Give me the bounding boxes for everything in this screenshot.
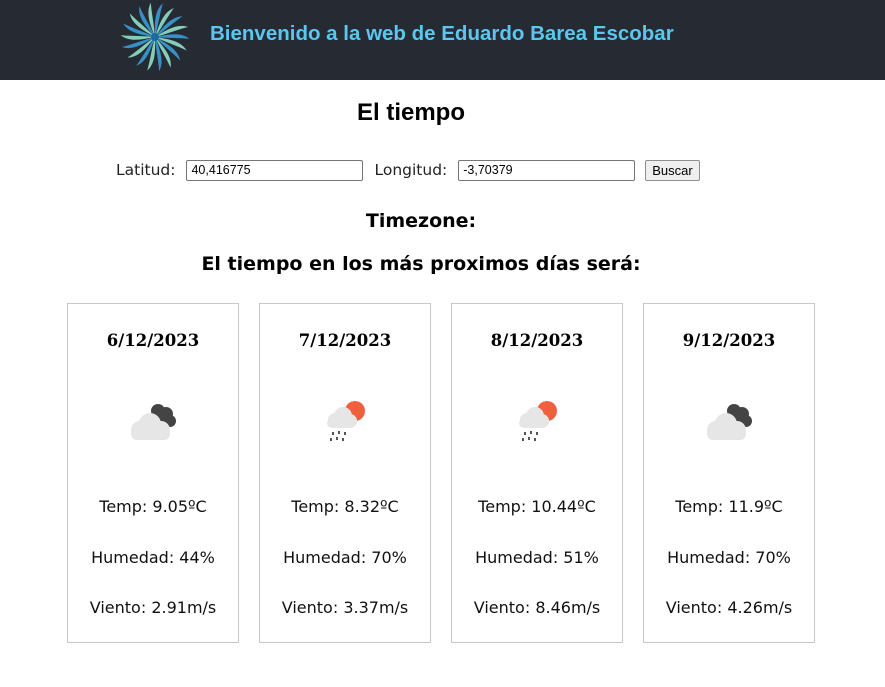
forecast-card: 8/12/2023 Temp: 10.44ºC Humedad: 51% Vie… [451,303,623,643]
latitude-input[interactable] [186,159,364,181]
cloudy-icon [131,404,176,440]
forecast-wind: Viento: 4.26m/s [665,598,793,617]
swirl-logo-icon [120,2,190,72]
forecast-temperature: Temp: 10.44ºC [478,497,596,516]
forecast-date: 6/12/2023 [106,331,200,350]
forecast-wind: Viento: 2.91m/s [89,598,217,617]
forecast-card: 6/12/2023 Temp: 9.05ºC Humedad: 44% Vien… [67,303,239,643]
coordinates-form: Latitud: Longitud: Buscar [116,158,700,182]
forecast-card: 7/12/2023 Temp: 8.32ºC Humedad: 70% Vien… [259,303,431,643]
forecast-temperature: Temp: 11.9ºC [675,497,783,516]
forecast-date: 8/12/2023 [490,331,584,350]
forecast-card: 9/12/2023 Temp: 11.9ºC Humedad: 70% Vien… [643,303,815,643]
forecast-humidity: Humedad: 44% [91,548,215,567]
forecast-heading: El tiempo en los más proximos días será: [201,253,641,275]
forecast-humidity: Humedad: 51% [475,548,599,567]
forecast-humidity: Humedad: 70% [667,548,791,567]
longitude-label: Longitud: [374,161,448,179]
forecast-wind: Viento: 3.37m/s [281,598,409,617]
forecast-temperature: Temp: 8.32ºC [291,497,399,516]
sun-rain-icon [519,401,557,441]
forecast-date: 7/12/2023 [298,331,392,350]
site-title: Bienvenido a la web de Eduardo Barea Esc… [210,22,674,45]
forecast-wind: Viento: 8.46m/s [473,598,601,617]
timezone-label: Timezone: [365,210,477,232]
page-title: El tiempo [356,99,465,126]
sun-rain-icon [327,401,365,441]
search-button[interactable]: Buscar [645,159,700,181]
top-header-bar: Bienvenido a la web de Eduardo Barea Esc… [0,0,885,80]
forecast-humidity: Humedad: 70% [283,548,407,567]
forecast-date: 9/12/2023 [682,331,776,350]
longitude-input[interactable] [458,159,636,181]
forecast-temperature: Temp: 9.05ºC [99,497,207,516]
latitude-label: Latitud: [116,161,176,179]
cloudy-icon [707,404,752,440]
